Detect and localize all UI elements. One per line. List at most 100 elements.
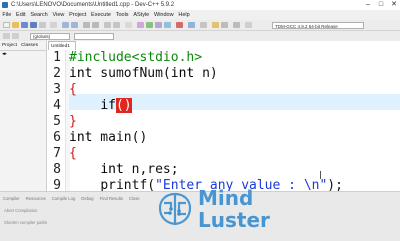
tab-compiler[interactable]: Compiler: [0, 195, 23, 203]
menu-astyle[interactable]: AStyle: [131, 10, 152, 20]
new-project-icon[interactable]: [212, 22, 219, 28]
keyword: int: [69, 130, 93, 145]
keyword: if: [100, 98, 116, 113]
code-line: #include<stdio.h>: [69, 50, 202, 66]
shorten-paths-checkbox[interactable]: Shorten compiler paths: [4, 220, 47, 225]
preprocessor-directive: #include<stdio.h>: [69, 50, 203, 65]
redo-icon[interactable]: [71, 22, 78, 28]
stop-icon[interactable]: [176, 22, 183, 28]
line-number: 1: [53, 50, 61, 65]
menu-bar: File Edit Search View Project Execute Tools ASt…: [0, 10, 400, 20]
keyword: int: [100, 162, 124, 177]
open-brace: {: [69, 146, 77, 161]
menu-window[interactable]: Window: [152, 10, 176, 20]
code-editor[interactable]: 1 2 3 4 5 6 7 8 9 #include<stdio.h> int …: [47, 50, 400, 191]
title-bar: C:\Users\LENOVO\Documents\Untitled1.cpp …: [0, 0, 400, 10]
menu-execute[interactable]: Execute: [89, 10, 114, 20]
new-file-icon[interactable]: [3, 22, 10, 28]
open-folder-icon[interactable]: [12, 22, 19, 28]
tab-classes[interactable]: Classes: [19, 41, 40, 50]
options-icon[interactable]: [233, 22, 240, 28]
open-brace: {: [69, 82, 77, 97]
close-file-icon[interactable]: [39, 22, 46, 28]
menu-file[interactable]: File: [0, 10, 14, 20]
toggle-icon[interactable]: [12, 33, 19, 39]
main-toolbar: TDM-GCC 4.9.2 64-bit Release: [0, 20, 400, 31]
debug-icon[interactable]: [188, 22, 195, 28]
compile-run-icon[interactable]: [155, 22, 162, 28]
close-icon[interactable]: ✕: [388, 0, 400, 10]
window-title: C:\Users\LENOVO\Documents\Untitled1.cpp …: [11, 2, 175, 8]
line-number: 8: [53, 162, 61, 177]
rebuild-icon[interactable]: [164, 22, 171, 28]
line-number: 4: [53, 98, 61, 113]
variable-declaration: n,res;: [123, 162, 179, 177]
line-number: 5: [53, 114, 61, 129]
run-icon[interactable]: [146, 22, 153, 28]
line-number: 6: [53, 130, 61, 145]
tab-close[interactable]: Close: [126, 195, 143, 203]
function-signature: sumofNum(: [92, 66, 171, 81]
class-icon[interactable]: [221, 22, 228, 28]
keyword: int: [170, 66, 195, 81]
line-number: 9: [53, 178, 61, 191]
tab-compile-log[interactable]: Compile Log: [49, 195, 79, 203]
save-all-icon[interactable]: [30, 22, 37, 28]
chart-icon[interactable]: [245, 22, 252, 28]
code-line: int sumofNum(int n): [69, 66, 218, 82]
tab-arrow-icon[interactable]: ◂▸: [0, 50, 9, 59]
tab-resources[interactable]: Resources: [23, 195, 49, 203]
undo-icon[interactable]: [62, 22, 69, 28]
code-line: {: [69, 146, 77, 162]
insert-icon[interactable]: [3, 33, 10, 39]
function-call: printf(: [100, 178, 156, 191]
code-line: int n,res;: [69, 162, 179, 178]
replace-icon[interactable]: [92, 22, 99, 28]
watermark: Mind Luster: [156, 186, 316, 234]
matched-paren-open: (: [115, 98, 124, 113]
line-number: 7: [53, 146, 61, 161]
unindent-icon[interactable]: [113, 22, 120, 28]
code-line: int main(): [69, 130, 147, 146]
brain-logo-icon: [158, 192, 192, 226]
file-tab[interactable]: Untitled1: [48, 41, 76, 50]
watermark-text: Mind Luster: [198, 187, 270, 231]
menu-tools[interactable]: Tools: [113, 10, 131, 20]
code-line: if(): [69, 98, 132, 114]
text-cursor-icon: [318, 171, 322, 179]
abort-compilation-button[interactable]: Abort Compilation: [4, 208, 37, 213]
globals-select[interactable]: (globals): [30, 32, 70, 40]
tab-debug[interactable]: Debug: [78, 195, 96, 203]
keyword: int: [69, 66, 93, 81]
menu-help[interactable]: Help: [176, 10, 192, 20]
members-select[interactable]: [74, 32, 114, 40]
profile-icon[interactable]: [200, 22, 207, 28]
find-icon[interactable]: [83, 22, 90, 28]
compile-icon[interactable]: [137, 22, 144, 28]
line-number: 3: [53, 82, 61, 97]
app-icon: [2, 2, 8, 8]
code-line: {: [69, 82, 77, 98]
bookmark-icon[interactable]: [125, 22, 132, 28]
minimize-icon[interactable]: –: [362, 0, 374, 10]
tab-project[interactable]: Project: [0, 41, 19, 50]
watermark-line1: Mind: [198, 186, 254, 210]
statement-end: );: [327, 178, 343, 191]
line-number: 2: [53, 66, 61, 81]
close-brace: }: [69, 114, 77, 129]
indent-icon[interactable]: [104, 22, 111, 28]
watermark-line2: Luster: [198, 208, 270, 232]
main-signature: main(): [92, 130, 148, 145]
menu-search[interactable]: Search: [28, 10, 50, 20]
project-browser: Project Classes ◂▸: [0, 41, 47, 191]
menu-project[interactable]: Project: [67, 10, 89, 20]
tab-find-results[interactable]: Find Results: [97, 195, 126, 203]
compiler-select[interactable]: TDM-GCC 4.9.2 64-bit Release: [272, 21, 364, 29]
code-line: }: [69, 114, 77, 130]
print-icon[interactable]: [50, 22, 57, 28]
save-icon[interactable]: [21, 22, 28, 28]
matched-paren-close: ): [123, 98, 132, 113]
maximize-icon[interactable]: □: [375, 0, 387, 10]
menu-edit[interactable]: Edit: [14, 10, 28, 20]
menu-view[interactable]: View: [50, 10, 67, 20]
